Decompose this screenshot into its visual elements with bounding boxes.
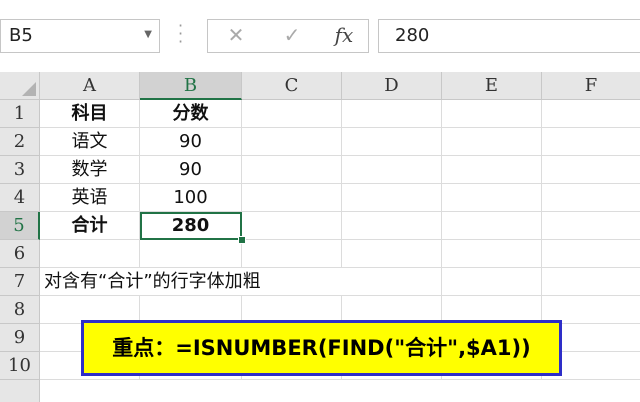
cell-f6[interactable] <box>542 240 640 268</box>
column-header-c[interactable]: C <box>242 72 342 100</box>
cell-a7[interactable]: 对含有“合计”的行字体加粗 <box>40 268 342 296</box>
cell-c4[interactable] <box>242 184 342 212</box>
cell-e7[interactable] <box>442 268 542 296</box>
cell-e6[interactable] <box>442 240 542 268</box>
cell-e3[interactable] <box>442 156 542 184</box>
cell-e1[interactable] <box>442 100 542 128</box>
cell-d2[interactable] <box>342 128 442 156</box>
column-header-d[interactable]: D <box>342 72 442 100</box>
cell-b3[interactable]: 90 <box>140 156 242 184</box>
cell-c1[interactable] <box>242 100 342 128</box>
row-header-11[interactable] <box>0 380 40 402</box>
name-box-value: B5 <box>9 25 33 46</box>
cell-a1[interactable]: 科目 <box>40 100 140 128</box>
cell-a4[interactable]: 英语 <box>40 184 140 212</box>
row-header-8[interactable]: 8 <box>0 296 40 324</box>
chevron-down-icon[interactable]: ▼ <box>144 29 152 40</box>
insert-function-icon[interactable]: fx <box>326 23 362 49</box>
formula-buttons: ✕ ✓ fx <box>207 19 369 53</box>
column-header-b[interactable]: B <box>140 72 242 100</box>
row-header-3[interactable]: 3 <box>0 156 40 184</box>
row-header-5[interactable]: 5 <box>0 212 40 240</box>
fill-handle[interactable] <box>238 236 246 244</box>
cell-c6[interactable] <box>242 240 342 268</box>
column-header-a[interactable]: A <box>40 72 140 100</box>
row-header-2[interactable]: 2 <box>0 128 40 156</box>
row-header-4[interactable]: 4 <box>0 184 40 212</box>
checkmark-icon[interactable]: ✓ <box>274 23 310 49</box>
cell-a2[interactable]: 语文 <box>40 128 140 156</box>
row-header-1[interactable]: 1 <box>0 100 40 128</box>
cell-d4[interactable] <box>342 184 442 212</box>
cell-d7[interactable] <box>342 268 442 296</box>
drag-handle-icon[interactable]: · · · <box>178 18 183 50</box>
formula-value: 280 <box>395 25 430 46</box>
cell-b4[interactable]: 100 <box>140 184 242 212</box>
cell-e5[interactable] <box>442 212 542 240</box>
cell-d5[interactable] <box>342 212 442 240</box>
cell-c5[interactable] <box>242 212 342 240</box>
row-header-10[interactable]: 10 <box>0 352 40 380</box>
cell-b1[interactable]: 分数 <box>140 100 242 128</box>
row-header-7[interactable]: 7 <box>0 268 40 296</box>
column-header-f[interactable]: F <box>542 72 640 100</box>
cell-e4[interactable] <box>442 184 542 212</box>
cell-e2[interactable] <box>442 128 542 156</box>
column-header-e[interactable]: E <box>442 72 542 100</box>
cell-a5[interactable]: 合计 <box>40 212 140 240</box>
cell-f5[interactable] <box>542 212 640 240</box>
cell-c3[interactable] <box>242 156 342 184</box>
row-header-6[interactable]: 6 <box>0 240 40 268</box>
cell-a6[interactable] <box>40 240 140 268</box>
select-all-corner[interactable] <box>0 72 40 100</box>
cell-d1[interactable] <box>342 100 442 128</box>
cell-f3[interactable] <box>542 156 640 184</box>
cell-f1[interactable] <box>542 100 640 128</box>
cell-c2[interactable] <box>242 128 342 156</box>
formula-callout: 重点：=ISNUMBER(FIND("合计",$A1)) <box>81 320 562 376</box>
select-all-icon <box>22 82 36 96</box>
cell-b6[interactable] <box>140 240 242 268</box>
cell-f4[interactable] <box>542 184 640 212</box>
cell-f7[interactable] <box>542 268 640 296</box>
cell-f2[interactable] <box>542 128 640 156</box>
name-box[interactable]: B5 ▼ <box>0 19 160 53</box>
formula-input[interactable]: 280 <box>378 19 640 53</box>
cell-a3[interactable]: 数学 <box>40 156 140 184</box>
cell-d6[interactable] <box>342 240 442 268</box>
formula-bar-area: B5 ▼ · · · ✕ ✓ fx 280 <box>0 0 640 72</box>
active-cell-border <box>140 212 242 240</box>
cancel-icon[interactable]: ✕ <box>218 23 254 49</box>
cell-b2[interactable]: 90 <box>140 128 242 156</box>
row-header-9[interactable]: 9 <box>0 324 40 352</box>
cell-d3[interactable] <box>342 156 442 184</box>
